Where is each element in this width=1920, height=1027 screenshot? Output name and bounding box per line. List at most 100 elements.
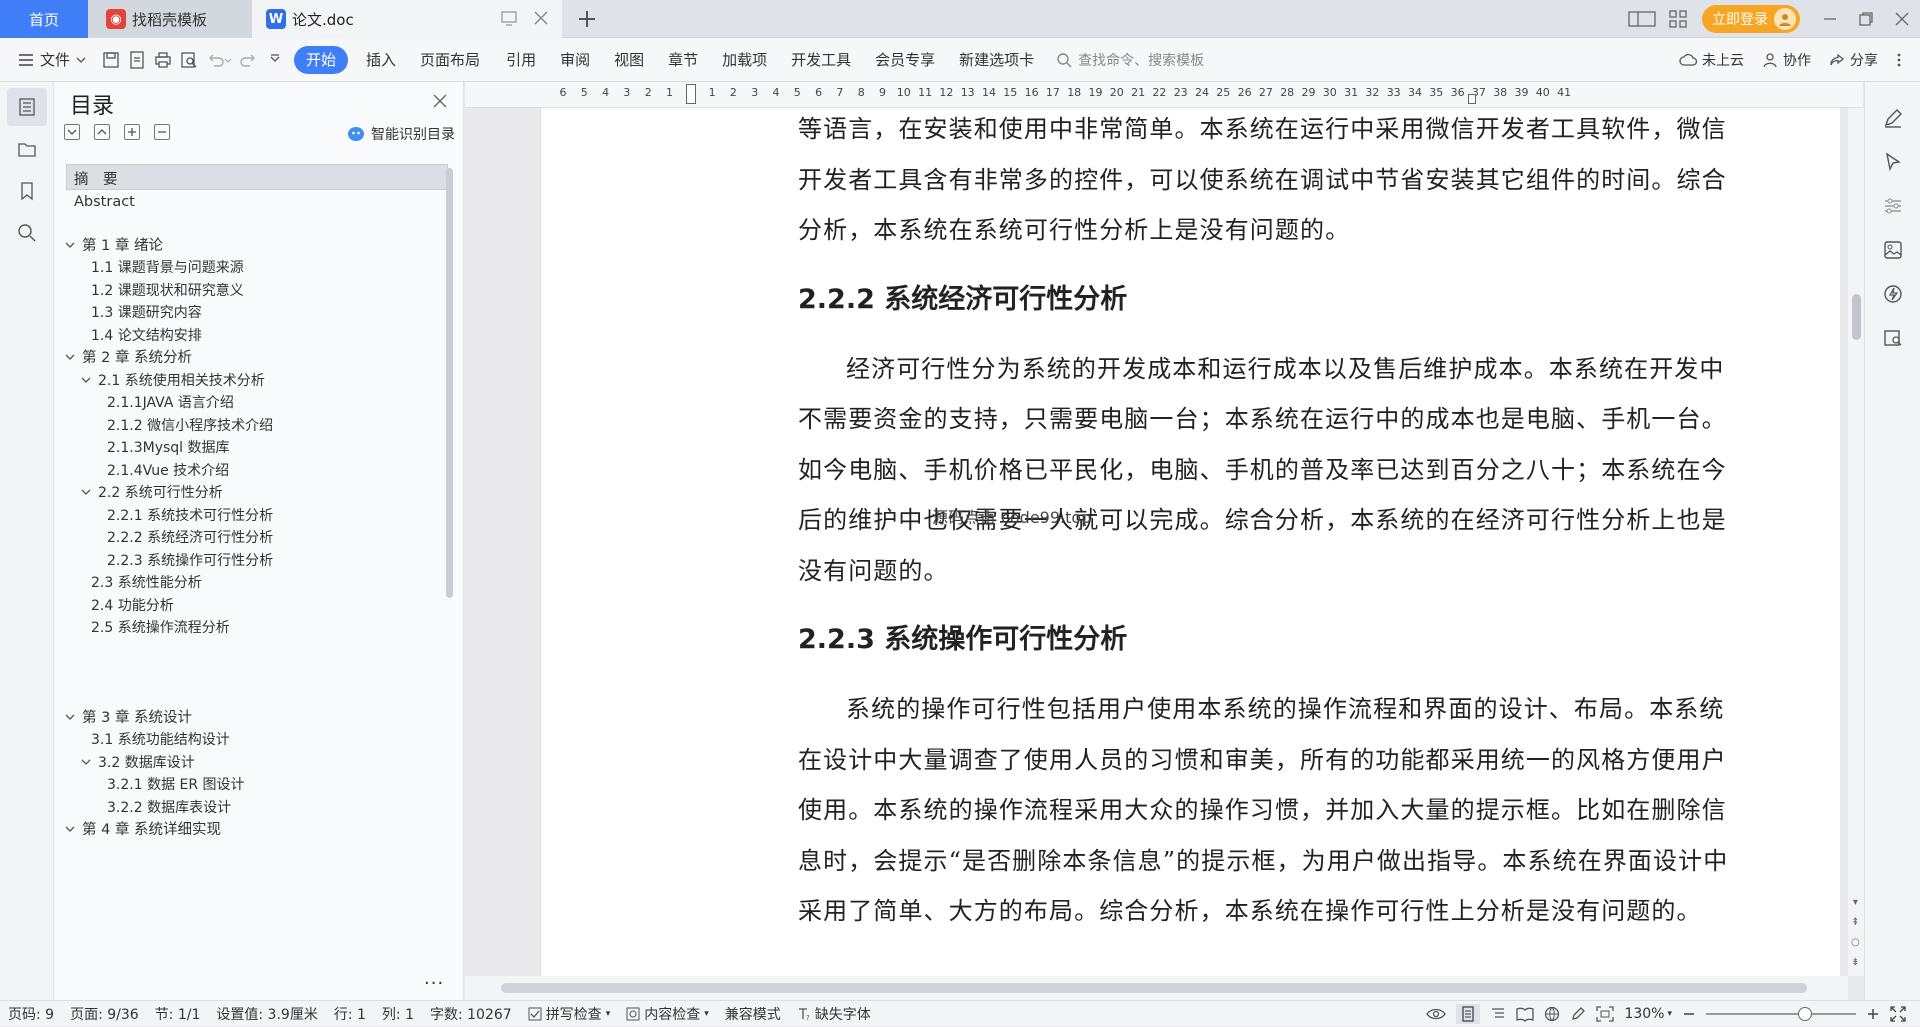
chevron-down-icon[interactable]	[64, 239, 76, 251]
fit-page-icon[interactable]	[1596, 1006, 1615, 1022]
toc-item[interactable]: 2.1.3Mysql 数据库	[107, 436, 230, 460]
chevron-down-icon[interactable]	[80, 756, 92, 768]
toc-item[interactable]: 3.2 数据库设计	[80, 751, 195, 775]
menu-references[interactable]: 引用	[498, 46, 552, 74]
zoom-slider-knob[interactable]	[1798, 1007, 1812, 1021]
chapter-nav-button[interactable]	[7, 130, 47, 168]
expand-all-button[interactable]	[64, 124, 80, 140]
image-tool-button[interactable]	[1865, 228, 1920, 272]
document-vertical-scrollbar[interactable]: ▾ ⇞ ○ ⇟	[1848, 108, 1864, 976]
outline-view-icon[interactable]	[1490, 1006, 1506, 1022]
reading-tool-button[interactable]	[1865, 316, 1920, 360]
eye-protection-icon[interactable]	[1426, 1007, 1447, 1021]
restore-icon[interactable]	[1848, 0, 1884, 38]
command-search[interactable]: 查找命令、搜索模板	[1056, 50, 1204, 70]
pin-window-icon[interactable]	[500, 9, 518, 27]
status-section[interactable]: 节: 1/1	[147, 1004, 209, 1024]
select-tool-button[interactable]	[1865, 140, 1920, 184]
close-tab-icon[interactable]	[532, 9, 550, 27]
status-setting[interactable]: 设置值: 3.9厘米	[208, 1004, 325, 1024]
scroll-thumb[interactable]	[501, 983, 1807, 993]
content-check-button[interactable]: 内容检查 ▾	[618, 1004, 717, 1024]
chevron-down-icon[interactable]	[80, 374, 92, 386]
toc-item[interactable]: 1.2 课题现状和研究意义	[91, 279, 244, 303]
toc-item[interactable]: 第 1 章 绪论	[64, 234, 163, 258]
toc-item[interactable]: 3.2.1 数据 ER 图设计	[107, 773, 245, 797]
minimize-icon[interactable]	[1812, 0, 1848, 38]
toc-item[interactable]: 第 2 章 系统分析	[64, 346, 192, 370]
toc-item[interactable]: 2.4 功能分析	[91, 594, 174, 618]
adjust-tool-button[interactable]	[1865, 184, 1920, 228]
tab-templates[interactable]: ◉ 找稻壳模板	[88, 0, 252, 38]
zoom-out-icon[interactable]	[1682, 1007, 1696, 1021]
zoom-in-icon[interactable]	[1866, 1007, 1880, 1021]
toc-item[interactable]: 2.3 系统性能分析	[91, 571, 202, 595]
spell-check-button[interactable]: 拼写检查 ▾	[520, 1004, 619, 1024]
collaborate-button[interactable]: 协作	[1762, 50, 1811, 70]
chevron-down-icon[interactable]	[64, 711, 76, 723]
close-window-icon[interactable]	[1884, 0, 1920, 38]
bookmark-button[interactable]	[7, 172, 47, 210]
select-browse-object-icon[interactable]: ○	[1851, 937, 1860, 948]
zoom-slider[interactable]	[1706, 1007, 1856, 1021]
toc-item[interactable]: 2.2.3 系统操作可行性分析	[107, 549, 273, 573]
toc-item[interactable]: 1.4 论文结构安排	[91, 324, 202, 348]
status-col[interactable]: 列: 1	[374, 1004, 422, 1024]
menu-developer[interactable]: 开发工具	[783, 46, 867, 74]
print-button[interactable]	[150, 46, 176, 74]
next-page-icon[interactable]: ⇟	[1851, 957, 1859, 968]
reading-view-icon[interactable]	[1516, 1006, 1535, 1022]
menu-member[interactable]: 会员专享	[867, 46, 951, 74]
web-view-icon[interactable]	[1544, 1006, 1560, 1022]
undo-button[interactable]	[202, 46, 236, 74]
toc-item[interactable]: 2.1 系统使用相关技术分析	[80, 369, 265, 393]
chevron-down-icon[interactable]	[64, 823, 76, 835]
collapse-all-button[interactable]	[94, 124, 110, 140]
more-icon[interactable]: ...	[424, 968, 444, 989]
toc-panel-button[interactable]	[7, 88, 47, 126]
apps-grid-icon[interactable]	[1660, 0, 1696, 38]
chevron-down-icon[interactable]	[80, 486, 92, 498]
toc-item[interactable]: 2.2.2 系统经济可行性分析	[107, 526, 273, 550]
new-tab-icon[interactable]	[574, 6, 600, 32]
ai-tool-button[interactable]	[1865, 272, 1920, 316]
scroll-thumb[interactable]	[1852, 294, 1861, 340]
status-row[interactable]: 行: 1	[326, 1004, 374, 1024]
chevron-down-icon[interactable]	[64, 351, 76, 363]
remove-heading-button[interactable]	[154, 124, 170, 140]
missing-font-button[interactable]: ? 缺失字体	[789, 1004, 879, 1024]
smart-toc-button[interactable]: 智能识别目录	[347, 124, 455, 144]
toc-scrollbar[interactable]	[446, 168, 453, 598]
menu-view[interactable]: 视图	[606, 46, 660, 74]
status-page[interactable]: 页面: 9/36	[62, 1004, 147, 1024]
close-icon[interactable]	[433, 94, 447, 108]
add-heading-button[interactable]	[124, 124, 140, 140]
toc-item[interactable]: 2.2.1 系统技术可行性分析	[107, 504, 273, 528]
export-pdf-button[interactable]	[124, 46, 150, 74]
login-button[interactable]: 立即登录	[1702, 5, 1800, 33]
menu-review[interactable]: 审阅	[552, 46, 606, 74]
toc-item[interactable]: 2.2 系统可行性分析	[80, 481, 223, 505]
left-indent-marker[interactable]	[685, 84, 696, 104]
toc-item[interactable]: 2.1.4Vue 技术介绍	[107, 459, 229, 483]
toc-item[interactable]: 第 4 章 系统详细实现	[64, 818, 221, 842]
toc-item[interactable]: 第 3 章 系统设计	[64, 706, 192, 730]
cloud-status-button[interactable]: 未上云	[1679, 50, 1744, 70]
toc-item[interactable]: 3.1 系统功能结构设计	[91, 728, 230, 752]
toc-item[interactable]: 1.3 课题研究内容	[91, 301, 202, 325]
document-content[interactable]: 等语言，在安装和使用中非常简单。本系统在运行中采用微信开发者工具软件，微信开发者…	[798, 108, 1738, 937]
prev-page-icon[interactable]: ⇞	[1851, 917, 1859, 928]
toc-item[interactable]: 2.5 系统操作流程分析	[91, 616, 230, 640]
toc-item[interactable]: 2.1.1JAVA 语言介绍	[107, 391, 234, 415]
write-view-icon[interactable]	[1570, 1006, 1586, 1022]
redo-button[interactable]	[236, 46, 262, 74]
page-view-button[interactable]	[1456, 1004, 1481, 1024]
chevron-down-icon[interactable]: ▾	[1853, 897, 1858, 908]
document-page[interactable]: 等语言，在安装和使用中非常简单。本系统在运行中采用微信开发者工具软件，微信开发者…	[540, 108, 1840, 976]
toc-item[interactable]: 2.1.2 微信小程序技术介绍	[107, 414, 273, 438]
toc-item[interactable]: 1.1 课题背景与问题来源	[91, 256, 244, 280]
layout-toggle-icon[interactable]	[1624, 0, 1660, 38]
edit-tool-button[interactable]	[1865, 96, 1920, 140]
toc-item[interactable]: 摘 要	[74, 168, 118, 192]
status-word-count[interactable]: 字数: 10267	[422, 1004, 520, 1024]
